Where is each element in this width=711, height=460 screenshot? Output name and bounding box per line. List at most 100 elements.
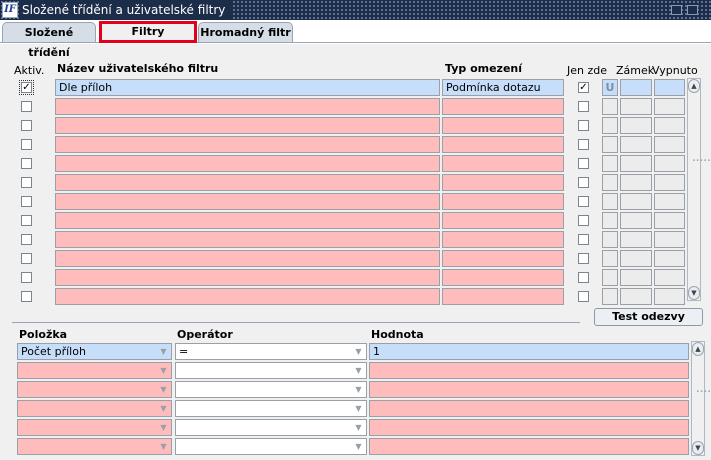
lock-value-field[interactable] [620, 136, 652, 153]
active-checkbox[interactable] [21, 272, 32, 283]
active-checkbox[interactable] [21, 291, 32, 302]
local-only-checkbox[interactable] [578, 291, 589, 302]
chevron-down-icon[interactable]: ▼ [351, 420, 366, 435]
lock-value-field[interactable] [620, 250, 652, 267]
disabled-field[interactable] [654, 155, 685, 172]
scroll-up-icon[interactable]: ▲ [688, 79, 700, 93]
item-combo[interactable]: ▼ [17, 438, 172, 455]
chevron-down-icon[interactable]: ▼ [351, 401, 366, 416]
filter-name-field[interactable] [55, 136, 440, 153]
lock-value-field[interactable] [620, 79, 652, 96]
active-checkbox[interactable] [21, 158, 32, 169]
chevron-down-icon[interactable]: ▼ [351, 363, 366, 378]
local-only-checkbox[interactable] [578, 215, 589, 226]
active-checkbox[interactable] [21, 234, 32, 245]
restriction-type-field[interactable] [442, 288, 564, 305]
scroll-up-icon[interactable]: ▲ [692, 342, 704, 356]
local-only-checkbox[interactable] [578, 139, 589, 150]
active-checkbox[interactable] [21, 139, 32, 150]
lock-field[interactable] [602, 136, 618, 153]
restriction-type-field[interactable] [442, 174, 564, 191]
disabled-field[interactable] [654, 212, 685, 229]
local-only-checkbox[interactable] [578, 272, 589, 283]
operator-combo[interactable]: ▼ [175, 381, 367, 398]
lock-value-field[interactable] [620, 231, 652, 248]
lock-field[interactable] [602, 269, 618, 286]
active-checkbox[interactable] [21, 196, 32, 207]
filter-name-field[interactable] [55, 250, 440, 267]
disabled-field[interactable] [654, 98, 685, 115]
lock-value-field[interactable] [620, 269, 652, 286]
minimize-icon[interactable] [671, 5, 682, 15]
title-bar[interactable]: IF Složené třídění a uživatelské filtry [0, 0, 711, 20]
filter-name-field[interactable] [55, 117, 440, 134]
disabled-field[interactable] [654, 193, 685, 210]
chevron-down-icon[interactable]: ▼ [156, 401, 171, 416]
filter-name-field[interactable] [55, 193, 440, 210]
filter-name-field[interactable]: Dle příloh [55, 79, 440, 96]
disabled-field[interactable] [654, 79, 685, 96]
maximize-icon[interactable] [687, 5, 698, 15]
lock-value-field[interactable] [620, 193, 652, 210]
operator-combo[interactable]: ▼ [175, 419, 367, 436]
item-combo[interactable]: ▼ [17, 362, 172, 379]
local-only-checkbox[interactable] [578, 196, 589, 207]
local-only-checkbox[interactable] [578, 253, 589, 264]
lock-field[interactable] [602, 288, 618, 305]
active-checkbox[interactable] [21, 177, 32, 188]
lock-value-field[interactable] [620, 174, 652, 191]
value-field[interactable] [369, 438, 689, 455]
chevron-down-icon[interactable]: ▼ [351, 344, 366, 359]
local-only-checkbox[interactable] [578, 120, 589, 131]
local-only-checkbox[interactable] [578, 234, 589, 245]
restriction-type-field[interactable] [442, 117, 564, 134]
value-field[interactable] [369, 419, 689, 436]
scroll-down-icon[interactable]: ▼ [688, 286, 700, 300]
filter-name-field[interactable] [55, 98, 440, 115]
chevron-down-icon[interactable]: ▼ [156, 420, 171, 435]
local-only-checkbox[interactable]: ✓ [578, 82, 589, 93]
lock-field[interactable] [602, 98, 618, 115]
value-field[interactable] [369, 400, 689, 417]
restriction-type-field[interactable] [442, 212, 564, 229]
active-checkbox[interactable] [21, 101, 32, 112]
restriction-type-field[interactable] [442, 155, 564, 172]
restriction-type-field[interactable] [442, 98, 564, 115]
lock-field[interactable] [602, 250, 618, 267]
filter-name-field[interactable] [55, 174, 440, 191]
disabled-field[interactable] [654, 269, 685, 286]
lock-field[interactable] [602, 212, 618, 229]
filter-name-field[interactable] [55, 269, 440, 286]
value-field[interactable] [369, 362, 689, 379]
item-combo[interactable]: ▼ [17, 400, 172, 417]
disabled-field[interactable] [654, 136, 685, 153]
chevron-down-icon[interactable]: ▼ [351, 382, 366, 397]
disabled-field[interactable] [654, 231, 685, 248]
filter-name-field[interactable] [55, 155, 440, 172]
lock-value-field[interactable] [620, 288, 652, 305]
filter-table-scrollbar[interactable]: ▲ ∙∙∙∙∙∙ ▼ [687, 78, 711, 301]
disabled-field[interactable] [654, 117, 685, 134]
value-field[interactable]: 1 [369, 343, 689, 360]
restriction-type-field[interactable] [442, 269, 564, 286]
item-combo[interactable]: Počet příloh ▼ [17, 343, 172, 360]
filter-name-field[interactable] [55, 212, 440, 229]
lock-field[interactable]: U [602, 79, 618, 96]
restriction-type-field[interactable] [442, 136, 564, 153]
operator-combo[interactable]: ▼ [175, 362, 367, 379]
operator-combo[interactable]: ▼ [175, 438, 367, 455]
tab-hromadny-filtr[interactable]: Hromadný filtr [198, 22, 293, 42]
operator-combo[interactable]: ▼ [175, 400, 367, 417]
restriction-type-field[interactable]: Podmínka dotazu [442, 79, 564, 96]
chevron-down-icon[interactable]: ▼ [351, 439, 366, 454]
tab-filtry[interactable]: Filtry [99, 21, 197, 43]
chevron-down-icon[interactable]: ▼ [156, 439, 171, 454]
lock-field[interactable] [602, 193, 618, 210]
restriction-type-field[interactable] [442, 231, 564, 248]
lock-value-field[interactable] [620, 212, 652, 229]
filter-name-field[interactable] [55, 288, 440, 305]
test-response-button[interactable]: Test odezvy [594, 308, 703, 326]
active-checkbox[interactable] [21, 120, 32, 131]
local-only-checkbox[interactable] [578, 158, 589, 169]
operator-combo[interactable]: = ▼ [175, 343, 367, 360]
